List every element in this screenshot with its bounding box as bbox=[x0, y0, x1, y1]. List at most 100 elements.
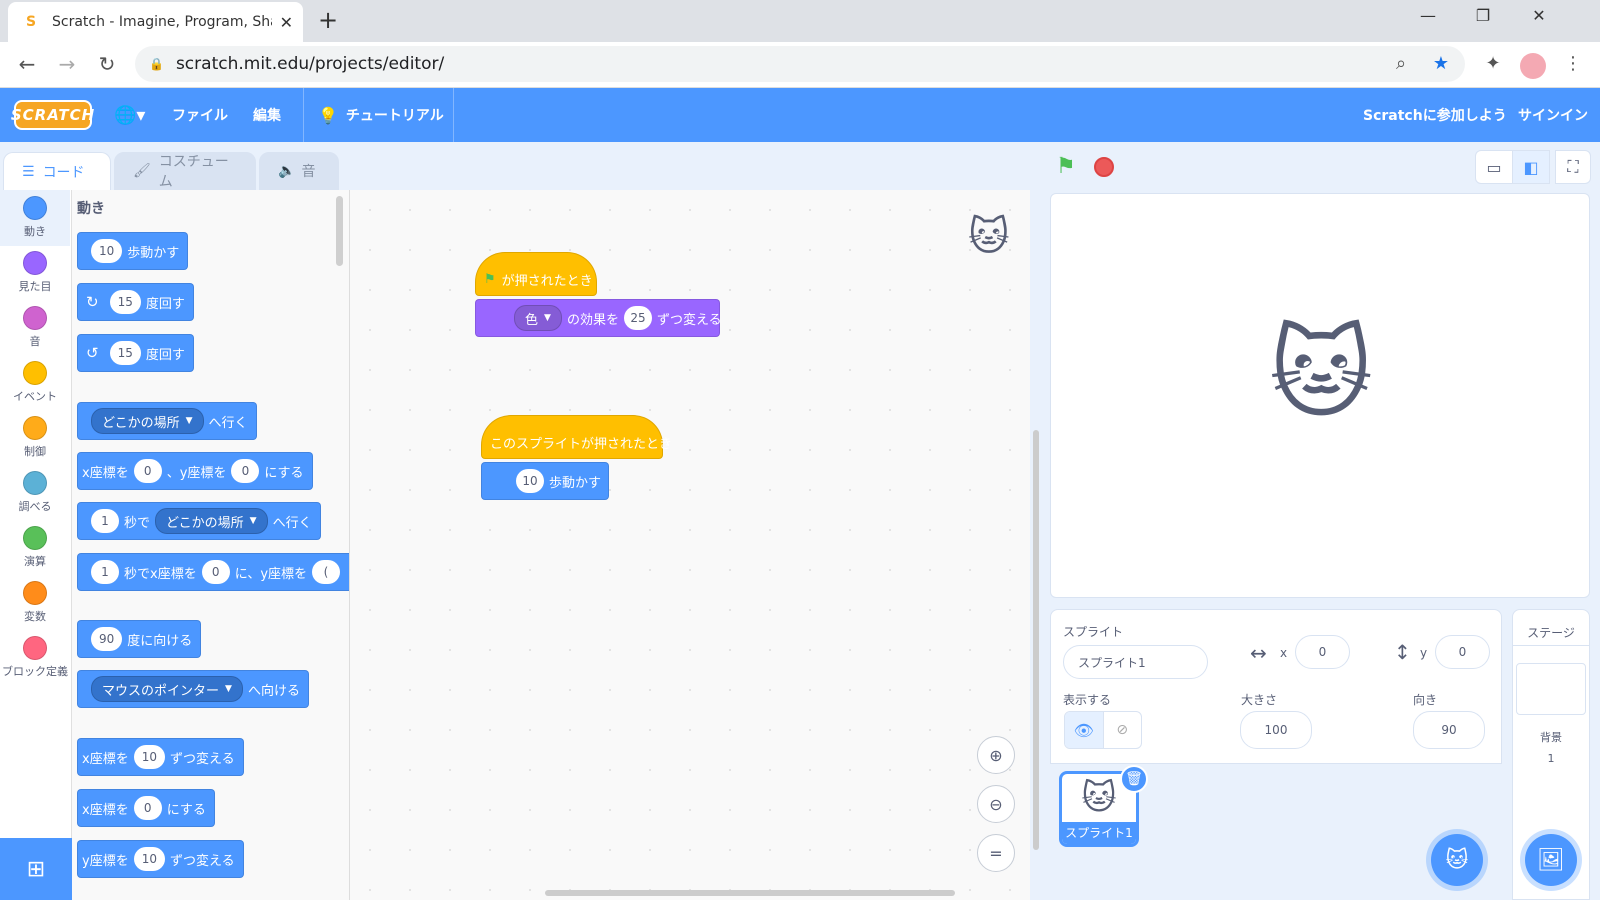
zoom-icon[interactable]: ⌕ bbox=[1388, 53, 1414, 74]
block-input[interactable]: 10 bbox=[516, 469, 544, 493]
block-input[interactable]: 15 bbox=[109, 290, 141, 314]
y-input[interactable]: 0 bbox=[1435, 635, 1490, 669]
block-input[interactable]: 25 bbox=[623, 306, 652, 330]
browser-tab[interactable]: S Scratch - Imagine, Program, Shar ✕ bbox=[8, 2, 303, 42]
block-input[interactable]: 0 bbox=[201, 560, 230, 584]
choose-sprite-button[interactable]: 🐱 bbox=[1431, 834, 1483, 886]
extensions-icon[interactable]: ✦ bbox=[1480, 53, 1506, 74]
script-when-sprite-clicked[interactable]: このスプライトが押されたとき bbox=[481, 415, 672, 459]
menu-edit[interactable]: 編集 bbox=[253, 88, 281, 142]
direction-input[interactable]: 90 bbox=[1413, 711, 1485, 749]
zoom-in-button[interactable]: ⊕ bbox=[977, 736, 1015, 774]
normal-stage-button[interactable]: ◧ bbox=[1512, 150, 1550, 184]
language-globe-icon[interactable]: 🌐▾ bbox=[114, 88, 145, 142]
category-item[interactable]: 変数 bbox=[0, 581, 70, 624]
reload-icon[interactable]: ↻ bbox=[94, 52, 120, 76]
green-flag-button[interactable]: ⚑ bbox=[1056, 154, 1076, 179]
block-goto[interactable]: どこかの場所 ▼ へ行く bbox=[77, 402, 257, 440]
category-item[interactable]: 演算 bbox=[0, 526, 70, 569]
tab-sounds-label: 音 bbox=[301, 164, 316, 180]
sprite-name-input[interactable]: スプライト1 bbox=[1063, 645, 1208, 679]
block-input[interactable]: 10 bbox=[91, 239, 123, 263]
block-input[interactable]: 10 bbox=[133, 847, 165, 871]
block-input[interactable]: 1 bbox=[91, 509, 119, 533]
zoom-out-button[interactable]: ⊖ bbox=[977, 785, 1015, 823]
block-change-y[interactable]: y座標を 10 ずつ変える bbox=[77, 840, 244, 878]
script-move-steps[interactable]: 10 歩動かす bbox=[481, 462, 609, 500]
delete-sprite-button[interactable]: 🗑 bbox=[1120, 765, 1148, 793]
script-change-effect[interactable]: 色 ▼ の効果を 25 ずつ変える bbox=[475, 299, 722, 337]
category-item[interactable]: 音 bbox=[0, 306, 70, 349]
tab-code[interactable]: ☰ コード bbox=[3, 152, 111, 190]
close-tab-icon[interactable]: ✕ bbox=[280, 13, 293, 32]
block-input[interactable]: 90 bbox=[91, 627, 123, 651]
block-glide[interactable]: 1 秒で どこかの場所 ▼ へ行く bbox=[77, 502, 321, 540]
block-change-x[interactable]: x座標を 10 ずつ変える bbox=[77, 738, 244, 776]
script-vertical-scrollbar[interactable] bbox=[1033, 430, 1039, 850]
block-text: へ行く bbox=[272, 515, 312, 531]
small-stage-button[interactable]: ▭ bbox=[1475, 150, 1513, 184]
block-turn-right[interactable]: ↻ 15 度回す bbox=[77, 283, 194, 321]
category-item[interactable]: 制御 bbox=[0, 416, 70, 459]
hide-eye-icon[interactable]: ⊘ bbox=[1104, 712, 1142, 748]
bookmark-star-icon[interactable]: ★ bbox=[1428, 53, 1454, 74]
category-item[interactable]: イベント bbox=[0, 361, 70, 404]
tab-sounds[interactable]: 🔈 音 bbox=[259, 152, 339, 190]
script-area[interactable] bbox=[350, 190, 1030, 900]
block-point-direction[interactable]: 90 度に向ける bbox=[77, 620, 202, 658]
stage-canvas[interactable]: 🐱 bbox=[1050, 193, 1590, 598]
block-input[interactable]: 0 bbox=[133, 459, 162, 483]
join-scratch-link[interactable]: Scratchに参加しよう bbox=[1363, 88, 1507, 142]
add-backdrop-icon: 🖼 bbox=[1537, 847, 1565, 873]
block-move-steps[interactable]: 10 歩動かす bbox=[77, 232, 189, 270]
fullscreen-button[interactable]: ⛶ bbox=[1555, 150, 1591, 184]
block-goto-xy[interactable]: x座標を 0 、y座標を 0 にする bbox=[77, 452, 313, 490]
block-input[interactable]: 1 bbox=[91, 560, 119, 584]
block-input[interactable]: 15 bbox=[109, 341, 141, 365]
close-window-icon[interactable]: ✕ bbox=[1524, 6, 1554, 25]
block-dropdown[interactable]: どこかの場所 ▼ bbox=[155, 508, 268, 534]
block-input[interactable]: 0 bbox=[133, 796, 162, 820]
block-input[interactable]: 0 bbox=[231, 459, 260, 483]
backdrop-thumbnail[interactable] bbox=[1516, 663, 1586, 715]
back-icon[interactable]: ← bbox=[14, 52, 40, 76]
forward-icon[interactable]: → bbox=[54, 52, 80, 76]
block-set-x[interactable]: x座標を 0 にする bbox=[77, 789, 215, 827]
x-input[interactable]: 0 bbox=[1295, 635, 1350, 669]
minimize-icon[interactable]: — bbox=[1413, 6, 1443, 25]
restore-icon[interactable]: ❐ bbox=[1468, 6, 1498, 25]
profile-avatar[interactable] bbox=[1520, 53, 1546, 79]
show-eye-icon[interactable]: 👁 bbox=[1065, 712, 1104, 748]
category-item[interactable]: 調べる bbox=[0, 471, 70, 514]
block-input[interactable]: 10 bbox=[133, 745, 165, 769]
block-glide-xy[interactable]: 1 秒でx座標を 0 に、y座標を ( bbox=[77, 553, 349, 591]
script-horizontal-scrollbar[interactable] bbox=[545, 890, 955, 896]
choose-backdrop-button[interactable]: 🖼 bbox=[1525, 834, 1577, 886]
block-dropdown[interactable]: どこかの場所 ▼ bbox=[91, 408, 204, 434]
menu-tutorials[interactable]: 💡 チュートリアル bbox=[318, 88, 444, 142]
address-bar[interactable]: 🔒 scratch.mit.edu/projects/editor/ bbox=[135, 46, 1465, 82]
block-dropdown[interactable]: マウスのポインター ▼ bbox=[91, 676, 243, 702]
category-item[interactable]: 見た目 bbox=[0, 251, 70, 294]
menu-dots-icon[interactable]: ⋮ bbox=[1560, 53, 1586, 74]
block-dropdown[interactable]: 色 ▼ bbox=[514, 305, 562, 331]
block-input[interactable]: ( bbox=[312, 560, 341, 584]
category-item[interactable]: ブロック定義 bbox=[0, 636, 70, 679]
cat-sprite-icon[interactable]: 🐱 bbox=[1269, 324, 1373, 424]
block-turn-left[interactable]: ↺ 15 度回す bbox=[77, 334, 194, 372]
block-text: 秒で bbox=[124, 515, 151, 531]
block-point-towards[interactable]: マウスのポインター ▼ へ向ける bbox=[77, 670, 309, 708]
category-item[interactable]: 動き bbox=[0, 196, 70, 239]
tab-costumes[interactable]: 🖌 コスチューム bbox=[114, 152, 256, 190]
palette-scrollbar[interactable] bbox=[336, 196, 343, 266]
block-text: x座標を bbox=[82, 751, 129, 767]
stop-button[interactable] bbox=[1094, 157, 1114, 177]
add-extension-button[interactable]: ⊞ bbox=[0, 838, 72, 900]
menu-file[interactable]: ファイル bbox=[172, 88, 228, 142]
size-input[interactable]: 100 bbox=[1240, 711, 1312, 749]
zoom-reset-button[interactable]: = bbox=[977, 834, 1015, 872]
sign-in-link[interactable]: サインイン bbox=[1518, 88, 1588, 142]
new-tab-icon[interactable]: + bbox=[318, 6, 338, 34]
scratch-logo[interactable]: SCRATCH bbox=[11, 100, 94, 130]
script-when-flag-clicked[interactable]: ⚑ が押されたとき bbox=[475, 252, 597, 296]
